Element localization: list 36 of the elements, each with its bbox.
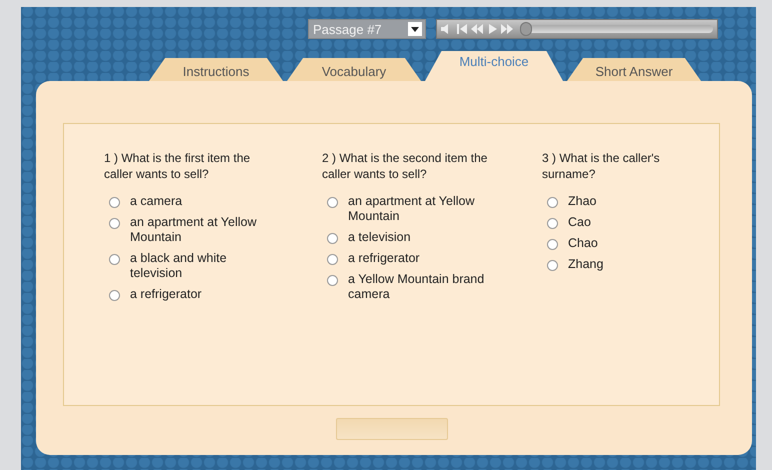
option-label[interactable]: Zhao [568, 194, 718, 209]
radio-button[interactable] [109, 290, 120, 301]
radio-button[interactable] [547, 239, 558, 250]
option-label[interactable]: a television [348, 230, 498, 245]
progress-thumb[interactable] [520, 22, 532, 36]
radio-button[interactable] [327, 197, 338, 208]
rewind-icon[interactable] [471, 24, 483, 34]
radio-button[interactable] [109, 197, 120, 208]
radio-button[interactable] [109, 254, 120, 265]
radio-button[interactable] [109, 218, 120, 229]
option-label[interactable]: a refrigerator [130, 287, 280, 302]
option-label[interactable]: Cao [568, 215, 718, 230]
radio-button[interactable] [547, 218, 558, 229]
option-label[interactable]: a camera [130, 194, 280, 209]
question-text: 3 ) What is the caller's surname? [542, 150, 661, 182]
tab[interactable]: Short Answer [567, 58, 701, 81]
question-text: 1 ) What is the first item the caller wants to sell? [104, 150, 252, 182]
option-label[interactable]: an apartment at Yellow Mountain [348, 194, 498, 224]
option-label[interactable]: an apartment at Yellow Mountain [130, 215, 280, 245]
radio-button[interactable] [547, 197, 558, 208]
option-label[interactable]: a black and white television [130, 251, 280, 281]
option-label[interactable]: a Yellow Mountain brand camera [348, 272, 498, 302]
radio-button[interactable] [547, 260, 558, 271]
caret-icon [411, 26, 419, 32]
option-label[interactable]: Zhang [568, 257, 718, 272]
play-icon[interactable] [486, 24, 498, 34]
option-label[interactable]: a refrigerator [348, 251, 498, 266]
tab[interactable]: Instructions [149, 58, 283, 81]
radio-button[interactable] [327, 254, 338, 265]
tab[interactable]: Vocabulary [287, 58, 421, 81]
radio-button[interactable] [327, 275, 338, 286]
radio-button[interactable] [327, 233, 338, 244]
option-label[interactable]: Chao [568, 236, 718, 251]
skip-back-icon[interactable] [456, 24, 468, 34]
fast-forward-icon[interactable] [501, 24, 513, 34]
question-text: 2 ) What is the second item the caller wants to sell? [322, 150, 488, 182]
